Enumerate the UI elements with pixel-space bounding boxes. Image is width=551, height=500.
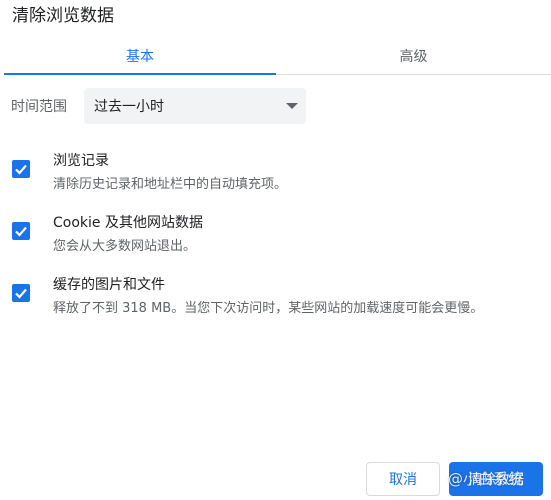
tab-advanced[interactable]: 高级 [276, 38, 551, 74]
checkmark-icon [15, 288, 27, 299]
option-description: 释放了不到 318 MB。当您下次访问时，某些网站的加载速度可能会更慢。 [53, 301, 484, 316]
option-title: 缓存的图片和文件 [53, 277, 165, 293]
option-browsing-history: 浏览记录 清除历史记录和地址栏中的自动填充项。 [0, 150, 551, 200]
option-description: 清除历史记录和地址栏中的自动填充项。 [53, 177, 288, 192]
option-cache: 缓存的图片和文件 释放了不到 318 MB。当您下次访问时，某些网站的加载速度可… [0, 274, 551, 324]
option-title: 浏览记录 [53, 153, 109, 169]
tab-bar: 基本 高级 [4, 38, 551, 75]
watermark: @小白系统 [448, 470, 524, 488]
time-range-value: 过去一小时 [94, 99, 164, 115]
cancel-button[interactable]: 取消 [366, 462, 440, 496]
option-title: Cookie 及其他网站数据 [53, 215, 203, 231]
option-description: 您会从大多数网站退出。 [53, 239, 197, 254]
option-cookies: Cookie 及其他网站数据 您会从大多数网站退出。 [0, 212, 551, 262]
tab-basic[interactable]: 基本 [4, 38, 276, 75]
time-range-label: 时间范围 [11, 99, 67, 115]
cookies-checkbox[interactable] [12, 222, 30, 240]
dialog-title: 清除浏览数据 [12, 6, 114, 26]
checkmark-icon [15, 164, 27, 175]
cache-checkbox[interactable] [12, 284, 30, 302]
time-range-select[interactable]: 过去一小时 [84, 88, 306, 124]
dropdown-arrow-icon [286, 103, 298, 109]
checkmark-icon [15, 226, 27, 237]
browsing-history-checkbox[interactable] [12, 160, 30, 178]
